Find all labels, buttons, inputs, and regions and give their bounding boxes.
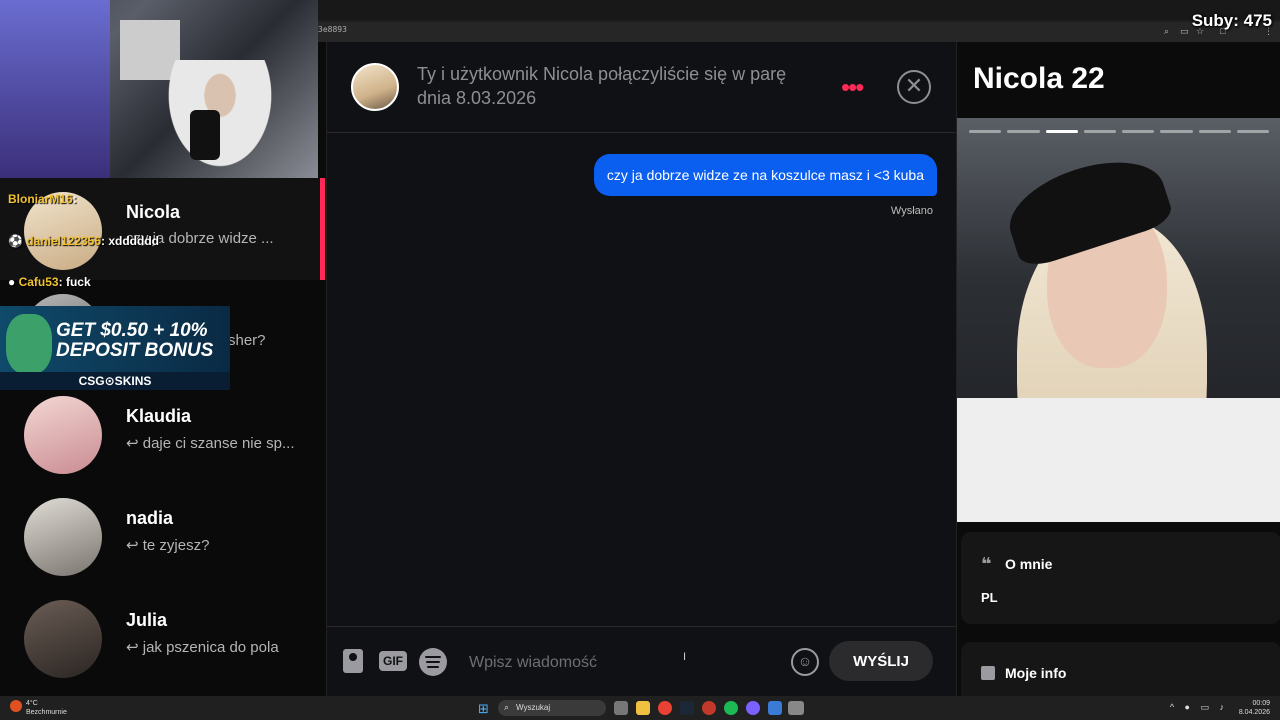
steam-icon[interactable] — [680, 701, 694, 715]
info-title: Moje info — [1005, 665, 1067, 681]
browser-tab-strip — [318, 0, 1280, 20]
conversation-name: nadia — [126, 508, 174, 528]
conversation-item-nadia[interactable]: nadia ↩ te zyjesz? — [0, 484, 322, 586]
gif-button[interactable]: GIF — [379, 651, 407, 671]
conversation-name: Julia — [126, 610, 168, 630]
url-text[interactable]: 3e8893 — [318, 25, 347, 34]
quote-icon: ❝ — [981, 554, 992, 574]
streamer-webcam — [0, 0, 318, 178]
subs-counter: Suby: 475 — [1191, 11, 1272, 30]
close-circle-icon[interactable]: ✕ — [897, 70, 931, 104]
about-title: O mnie — [1005, 556, 1053, 572]
search-icon: ⌕ — [504, 702, 510, 712]
conversation-preview: ↩ jak pszenica do pola — [126, 639, 279, 656]
os-taskbar: 4°C Bezchmurnie ⊞ ⌕ Wyszukaj ^ ● ▭ ♪ 00:… — [0, 696, 1280, 720]
ad-headline: GET $0.50 + 10% — [56, 320, 208, 341]
conversation-preview: ↩ te zyjesz? — [126, 537, 210, 554]
conversation-name: Klaudia — [126, 406, 192, 426]
about-text: PL — [981, 590, 998, 605]
app-icon-active[interactable] — [788, 701, 804, 715]
profile-name-age: Nicola 22 — [973, 62, 1105, 95]
ad-subheadline: DEPOSIT BONUS — [56, 340, 214, 361]
message-bubble-outgoing: czy ja dobrze widze ze na koszulce masz … — [593, 154, 937, 196]
photo-indicator[interactable] — [1007, 130, 1040, 133]
weather-temp: 4°C — [26, 700, 38, 707]
conversation-item-julia[interactable]: Julia ↩ jak pszenica do pola — [0, 586, 322, 688]
ad-brand: CSG⊙SKINS — [0, 372, 230, 390]
taskbar-search-text: Wyszukaj — [516, 703, 551, 712]
conversation-list: Nicola czy ja dobrze widze ... sher? Kla… — [0, 178, 326, 696]
avatar — [24, 600, 102, 678]
active-conversation-indicator — [320, 178, 325, 280]
message-input[interactable] — [467, 647, 771, 679]
match-avatar[interactable] — [351, 63, 399, 111]
message-composer: GIF I ☺ WYŚLIJ — [327, 626, 957, 697]
app-icon[interactable] — [768, 701, 782, 715]
text-cursor-icon: I — [683, 651, 687, 663]
conversation-preview: ↩ daje ci szanse nie sp... — [126, 435, 295, 452]
photo-indicator[interactable] — [1236, 130, 1269, 133]
photo-indicator[interactable] — [1160, 130, 1193, 133]
conversation-preview: sher? — [228, 332, 266, 349]
photo-indicator[interactable] — [1198, 130, 1231, 133]
photo-indicator[interactable] — [1122, 130, 1155, 133]
avatar — [24, 396, 102, 474]
clock-time: 00:09 — [1252, 700, 1270, 707]
my-info-card: Moje info — [961, 642, 1280, 696]
browser-chrome: 3e8893 ⌕ ▭ ☆ □ ⋮ — [318, 0, 1280, 42]
about-me-card: ❝ O mnie PL — [961, 532, 1280, 624]
system-tray[interactable]: ^ ● ▭ ♪ — [1170, 702, 1228, 713]
chat-username: daniel122356 — [26, 234, 101, 248]
chat-username: Cafu53 — [18, 275, 59, 289]
clock-date: 8.04.2026 — [1238, 709, 1270, 716]
photo-indicator[interactable] — [969, 130, 1002, 133]
address-bar[interactable]: 3e8893 ⌕ ▭ ☆ □ ⋮ — [318, 22, 1280, 42]
taskbar-search[interactable]: ⌕ Wyszukaj — [498, 700, 606, 716]
weather-desc: Bezchmurnie — [26, 709, 67, 716]
chrome-icon[interactable] — [658, 701, 672, 715]
cast-icon[interactable]: ▭ — [1180, 26, 1189, 37]
chat-username: BloniarM16 — [8, 192, 73, 206]
mascot-icon — [6, 314, 52, 374]
app-icon[interactable] — [702, 701, 716, 715]
message-status: Wysłano — [890, 205, 933, 217]
zoom-icon[interactable]: ⌕ — [1164, 26, 1169, 37]
chat-message: fuck — [65, 275, 91, 289]
weather-icon[interactable] — [10, 700, 22, 712]
file-explorer-icon[interactable] — [636, 701, 650, 715]
sponsor-ad-banner: GET $0.50 + 10% DEPOSIT BONUS CSG⊙SKINS — [0, 306, 230, 390]
stream-chat-line: ⚽ daniel122356: xdddddd — [8, 234, 159, 248]
app-icon[interactable] — [746, 701, 760, 715]
avatar — [24, 498, 102, 576]
photo-pagination — [969, 130, 1269, 133]
chat-panel: Ty i użytkownik Nicola połączyliście się… — [326, 42, 957, 696]
taskbar-clock[interactable]: 00:09 8.04.2026 — [1239, 699, 1270, 717]
chat-message: xdddddd — [108, 234, 159, 248]
photo-indicator[interactable] — [1045, 130, 1078, 133]
contact-card-icon[interactable] — [343, 649, 363, 673]
emoji-icon[interactable]: ☺ — [791, 648, 819, 676]
info-card-icon — [981, 666, 995, 680]
more-dots-icon[interactable]: ••• — [841, 74, 864, 100]
spotify-icon[interactable] — [419, 648, 447, 676]
spotify-taskbar-icon[interactable] — [724, 701, 738, 715]
conversation-name: Nicola — [126, 202, 181, 222]
chat-header: Ty i użytkownik Nicola połączyliście się… — [327, 42, 957, 133]
profile-panel: Nicola 22 ❝ O mnie PL Moje info — [956, 42, 1280, 696]
stream-chat-line: BloniarM16: — [8, 192, 77, 206]
stream-chat-line: ● Cafu53: fuck — [8, 275, 91, 289]
photo-indicator[interactable] — [1083, 130, 1116, 133]
conversation-item-klaudia[interactable]: Klaudia ↩ daje ci szanse nie sp... — [0, 382, 322, 484]
match-info-text: Ty i użytkownik Nicola połączyliście się… — [417, 64, 787, 108]
weather-widget[interactable]: 4°C Bezchmurnie — [26, 699, 67, 717]
send-button[interactable]: WYŚLIJ — [829, 641, 933, 681]
task-view-icon[interactable] — [614, 701, 628, 715]
windows-start-icon[interactable]: ⊞ — [478, 701, 489, 717]
profile-photo[interactable] — [957, 118, 1280, 522]
